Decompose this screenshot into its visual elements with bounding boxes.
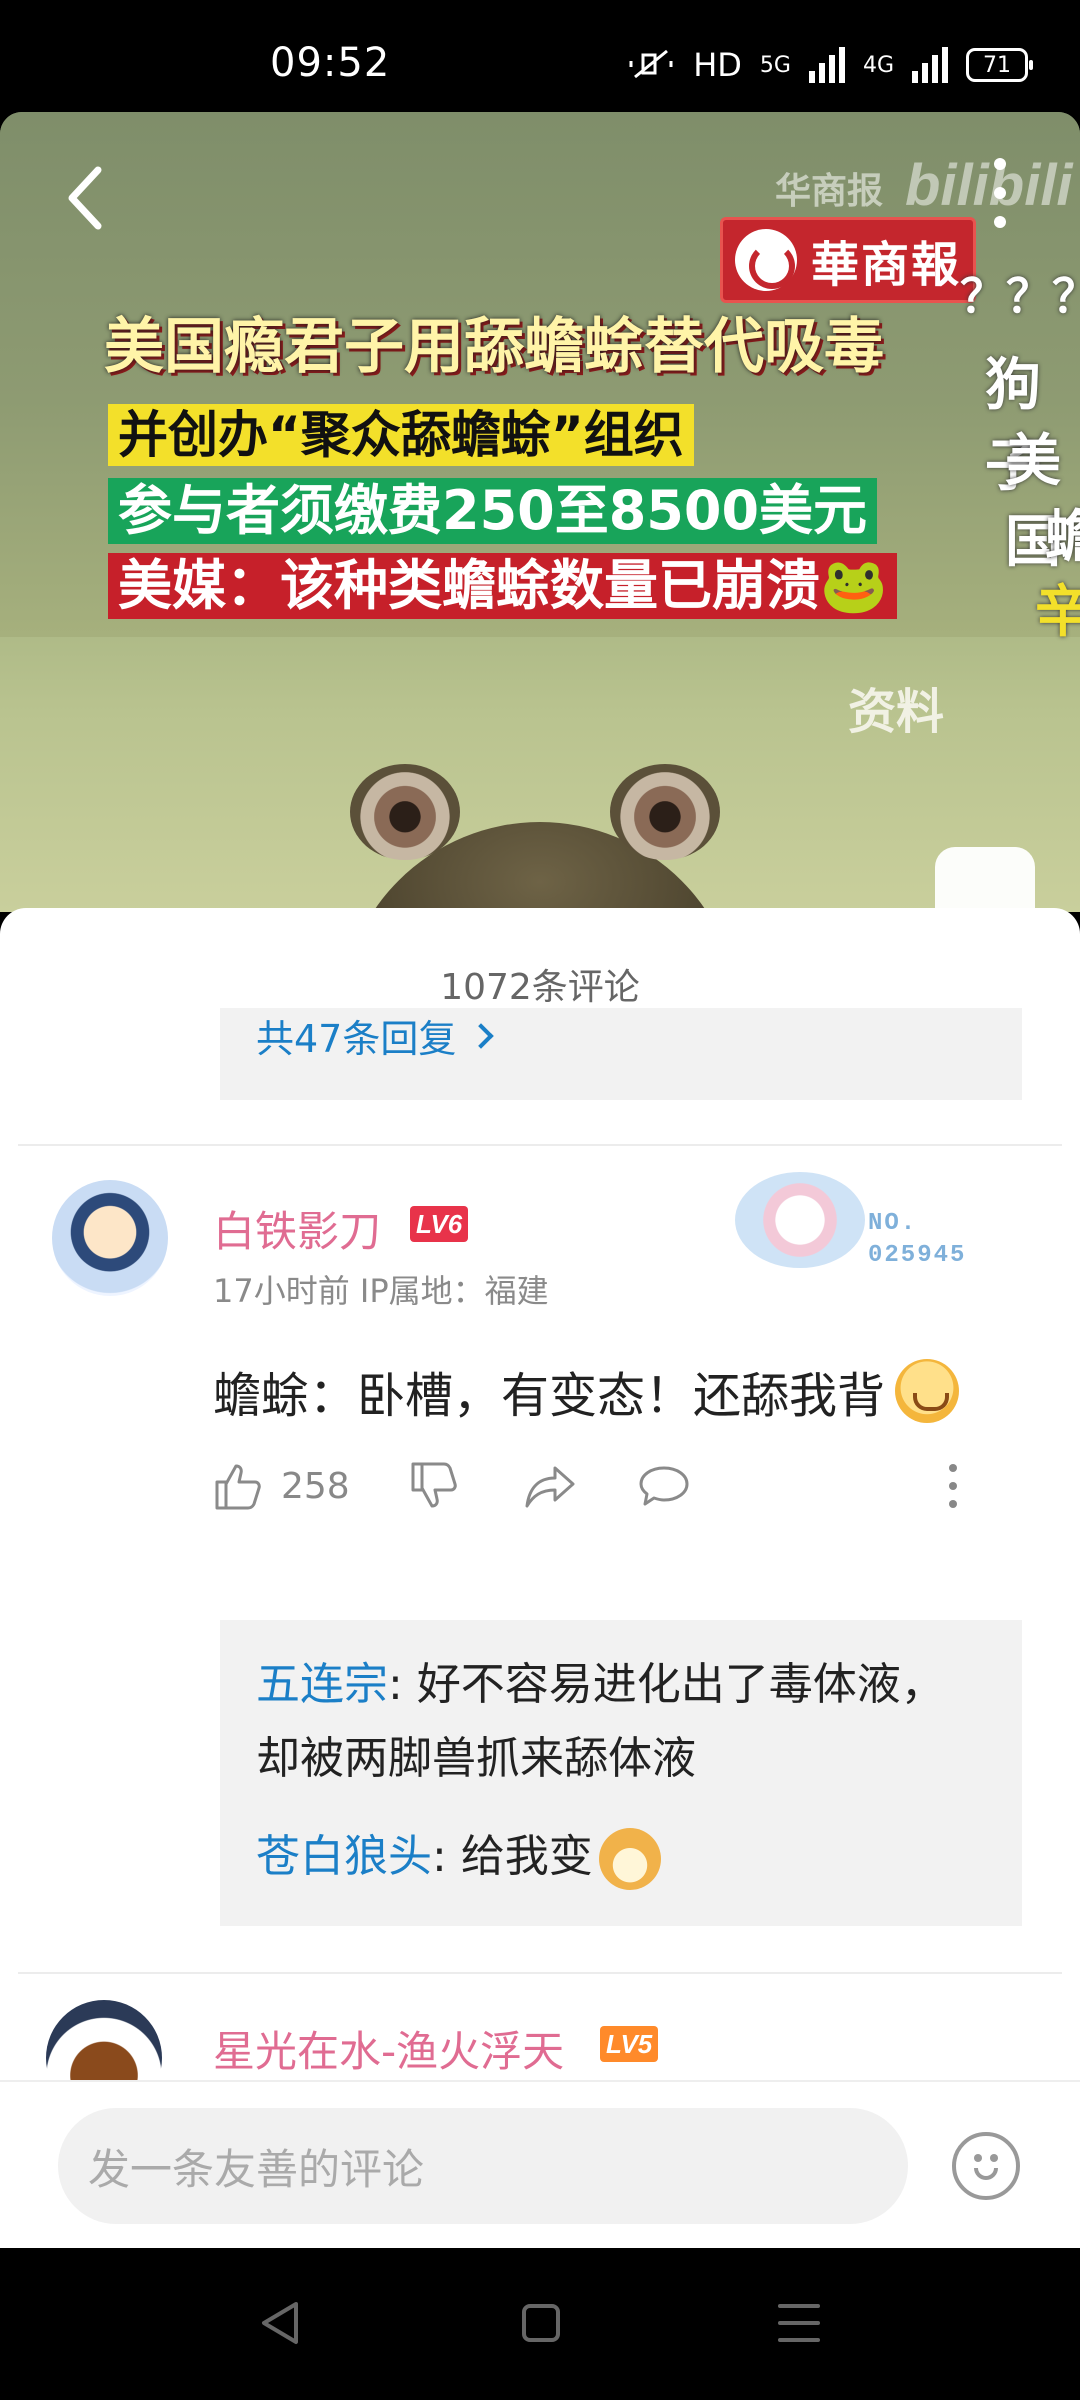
avatar[interactable]: [52, 1180, 168, 1296]
system-nav-bar: [0, 2248, 1080, 2400]
comment-username[interactable]: 星光在水-渔火浮天: [213, 2018, 564, 2079]
comment-more-icon[interactable]: [947, 1464, 959, 1508]
sub-reply-2: 苍白狼头: 给我变: [256, 1820, 976, 1894]
level-badge: LV5: [600, 2026, 659, 2062]
headline-4: 美媒：该种类蟾蜍数量已崩溃🐸: [108, 553, 898, 619]
hd-indicator: HD: [693, 46, 742, 84]
comment-bubble-icon: [639, 1466, 689, 1506]
sub-reply-sep: :: [432, 1831, 461, 1882]
divider: [18, 1972, 1062, 1974]
watermark-text: 华商报: [775, 171, 884, 212]
comments-count-title: 1072条评论: [440, 967, 640, 1008]
battery-level: 71: [983, 52, 1011, 78]
bilibili-watermark-logo: bilibili: [905, 153, 1073, 218]
view-all-replies-link[interactable]: 共47条回复: [256, 1008, 495, 1063]
status-bar: 09:52 HD 5G 4G 71: [0, 0, 1080, 112]
sub-reply-1: 五连宗: 好不容易进化出了毒体液，却被两脚兽抓来舔体液: [256, 1648, 976, 1796]
share-button[interactable]: [523, 1456, 577, 1516]
more-options-icon[interactable]: [990, 158, 1010, 228]
fan-badge-no-value: 025945: [868, 1242, 967, 1270]
share-icon: [525, 1466, 575, 1508]
headline-3: 参与者须缴费250至8500美元: [108, 478, 878, 544]
toad-image: [330, 752, 750, 912]
sub-reply-text: 给我变: [460, 1831, 593, 1882]
chevron-right-icon: [468, 1022, 495, 1049]
comment-text-row: 蟾蜍：卧槽，有变态！还舔我背: [213, 1356, 960, 1426]
comment-input-placeholder: 发一条友善的评论: [88, 2144, 425, 2194]
signal-5g-icon: [808, 47, 845, 83]
headline-2: 并创办“聚众舔蟾蜍”组织: [108, 404, 694, 466]
fan-badge-image: [735, 1172, 865, 1268]
back-arrow-icon[interactable]: [58, 158, 118, 238]
danmaku-text-1: ？？？: [960, 269, 1080, 323]
like-button[interactable]: 258: [213, 1456, 350, 1516]
status-icons: HD 5G 4G 71: [629, 40, 1033, 90]
mute-icon: [629, 49, 673, 79]
comment-input[interactable]: 发一条友善的评论: [58, 2108, 908, 2224]
comment-username[interactable]: 白铁影刀: [213, 1198, 381, 1259]
shocked-emoji-icon: [895, 1359, 960, 1423]
video-player[interactable]: 华商报 bilibili 華商報 美国瘾君子用舔蟾蜍替代吸毒 并创办“聚众舔蟾蜍…: [0, 112, 1080, 912]
like-overlay-icon: [935, 847, 1035, 912]
previous-replies-box: 共47条回复: [220, 1008, 1022, 1100]
view-all-replies-label: 共47条回复: [256, 1017, 457, 1061]
thumbs-down-icon: [411, 1462, 457, 1508]
overlay-label: 资料: [848, 684, 945, 740]
fan-badge-number: NO. 025945: [868, 1208, 966, 1273]
battery-icon: 71: [966, 48, 1033, 82]
comment-actions: 258: [213, 1456, 1013, 1516]
sub-reply-user[interactable]: 苍白狼头: [256, 1831, 432, 1882]
news-brand-logo: 華商報: [720, 217, 976, 303]
danmaku-text-5: 辛: [1035, 580, 1080, 645]
brand-name: 華商報: [811, 237, 962, 293]
net-5g-label: 5G: [759, 52, 791, 78]
thumbs-up-icon: [215, 1464, 261, 1510]
like-count: 258: [281, 1465, 350, 1507]
comment-text: 蟾蜍：卧槽，有变态！还舔我背: [213, 1368, 886, 1424]
signal-4g-icon: [912, 47, 948, 83]
headline-1: 美国瘾君子用舔蟾蜍替代吸毒: [104, 312, 884, 382]
divider: [18, 1144, 1062, 1146]
nav-back-icon[interactable]: [258, 2298, 302, 2348]
reply-button[interactable]: [637, 1456, 691, 1516]
comment-meta: 17小时前 IP属地：福建: [213, 1272, 549, 1310]
nav-recents-icon[interactable]: [778, 2304, 820, 2342]
nav-home-icon[interactable]: [522, 2304, 560, 2342]
status-time: 09:52: [270, 40, 391, 86]
net-4g-label: 4G: [862, 52, 894, 78]
doge-emoji-icon: [598, 1828, 661, 1890]
comment-input-bar: 发一条友善的评论: [0, 2080, 1080, 2248]
level-badge: LV6: [410, 1206, 469, 1242]
comments-sheet: 1072条评论 共47条回复 白铁影刀 LV6 NO. 025945 17小时前…: [0, 908, 1080, 2248]
fan-badge-no-label: NO.: [868, 1210, 918, 1237]
danmaku-text-4: 蟾: [1045, 505, 1080, 570]
sub-reply-sep: :: [388, 1659, 417, 1710]
brand-emblem-icon: [735, 229, 797, 291]
sub-reply-user[interactable]: 五连宗: [256, 1659, 388, 1710]
dislike-button[interactable]: [409, 1456, 461, 1516]
sub-replies-box[interactable]: 五连宗: 好不容易进化出了毒体液，却被两脚兽抓来舔体液 苍白狼头: 给我变: [220, 1620, 1022, 1926]
emoji-picker-icon[interactable]: [952, 2132, 1020, 2200]
